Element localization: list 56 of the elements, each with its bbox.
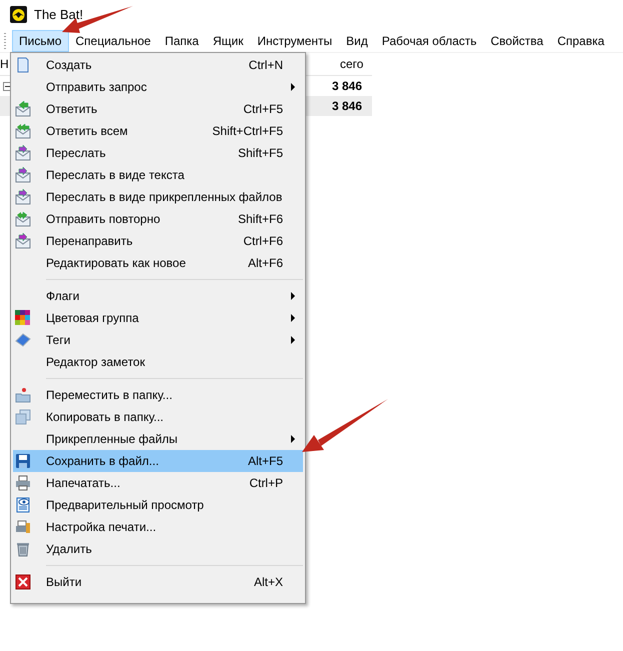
menu-item[interactable]: Переслать Shift+F5 [13,142,303,164]
envelope-arrow-icon [15,145,31,161]
menu-item[interactable]: Теги [13,329,303,351]
menu-item[interactable]: Удалить [13,538,303,560]
menu-bar-item[interactable]: Инструменты [250,30,340,52]
envelope-arrows-icon [15,123,31,139]
menu-bar-item[interactable]: Свойства [484,30,550,52]
menu-bar-item[interactable]: Папка [158,30,206,52]
folder-icon [15,387,31,403]
menu-item[interactable]: Настройка печати... [13,516,303,538]
annotation-arrow [62,6,133,33]
color-grid-icon [15,310,31,326]
tag-icon [15,332,31,348]
document-icon [15,57,31,73]
menu-bar-item[interactable]: Рабочая область [374,30,484,52]
menu-item[interactable]: Цветовая группа [13,307,303,329]
menu-item[interactable]: Переслать в виде прикрепленных файлов [13,186,303,208]
menu-bar-item[interactable]: Письмо [12,30,69,52]
menu-item[interactable]: Отправить повторно Shift+F6 [13,208,303,230]
menu-item[interactable]: Ответить всем Shift+Ctrl+F5 [13,120,303,142]
menu-bar-item[interactable]: Вид [339,30,375,52]
menu-item[interactable]: Редактор заметок [13,351,303,373]
menu-item[interactable]: Флаги [13,285,303,307]
close-icon [15,574,31,590]
envelope-arrow-icon [15,189,31,205]
menu-bar-item[interactable]: Справка [550,30,612,52]
column-header[interactable]: Н [0,57,9,71]
menu-item[interactable]: Переслать в виде текста [13,164,303,186]
menu-item[interactable]: Сохранить в файл... Alt+F5 [13,450,303,472]
printer-icon [15,519,31,535]
copy-icon [15,409,31,425]
menu-item[interactable]: Копировать в папку... [13,406,303,428]
menu-item[interactable]: Выйти Alt+X [13,571,303,593]
envelope-arrow-icon [15,233,31,249]
collapse-icon[interactable] [3,82,12,91]
menu-item[interactable]: Создать Ctrl+N [13,54,303,76]
eye-document-icon [15,497,31,513]
trash-icon [15,541,31,557]
menu-item[interactable]: Ответить Ctrl+F5 [13,98,303,120]
menu-item[interactable]: Отправить запрос [13,76,303,98]
menu-bar-item[interactable]: Специальное [68,30,158,52]
menu-item[interactable]: Переместить в папку... [13,384,303,406]
menu-item[interactable]: Предварительный просмотр [13,494,303,516]
window-title: The Bat! [34,6,84,22]
column-header[interactable]: сего [340,57,372,71]
printer-icon [15,475,31,491]
bat-logo-icon [10,6,27,22]
menu-item[interactable]: Перенаправить Ctrl+F6 [13,230,303,252]
menu-item[interactable]: Редактировать как новое Alt+F6 [13,252,303,274]
menu-item[interactable]: Прикрепленные файлы [13,428,303,450]
save-icon [15,453,31,469]
envelope-arrow-icon [15,101,31,117]
menu-bar-item[interactable]: Ящик [206,30,250,52]
menu-item[interactable]: Напечатать... Ctrl+P [13,472,303,494]
envelope-arrows-icon [15,211,31,227]
envelope-arrow-icon [15,167,31,183]
